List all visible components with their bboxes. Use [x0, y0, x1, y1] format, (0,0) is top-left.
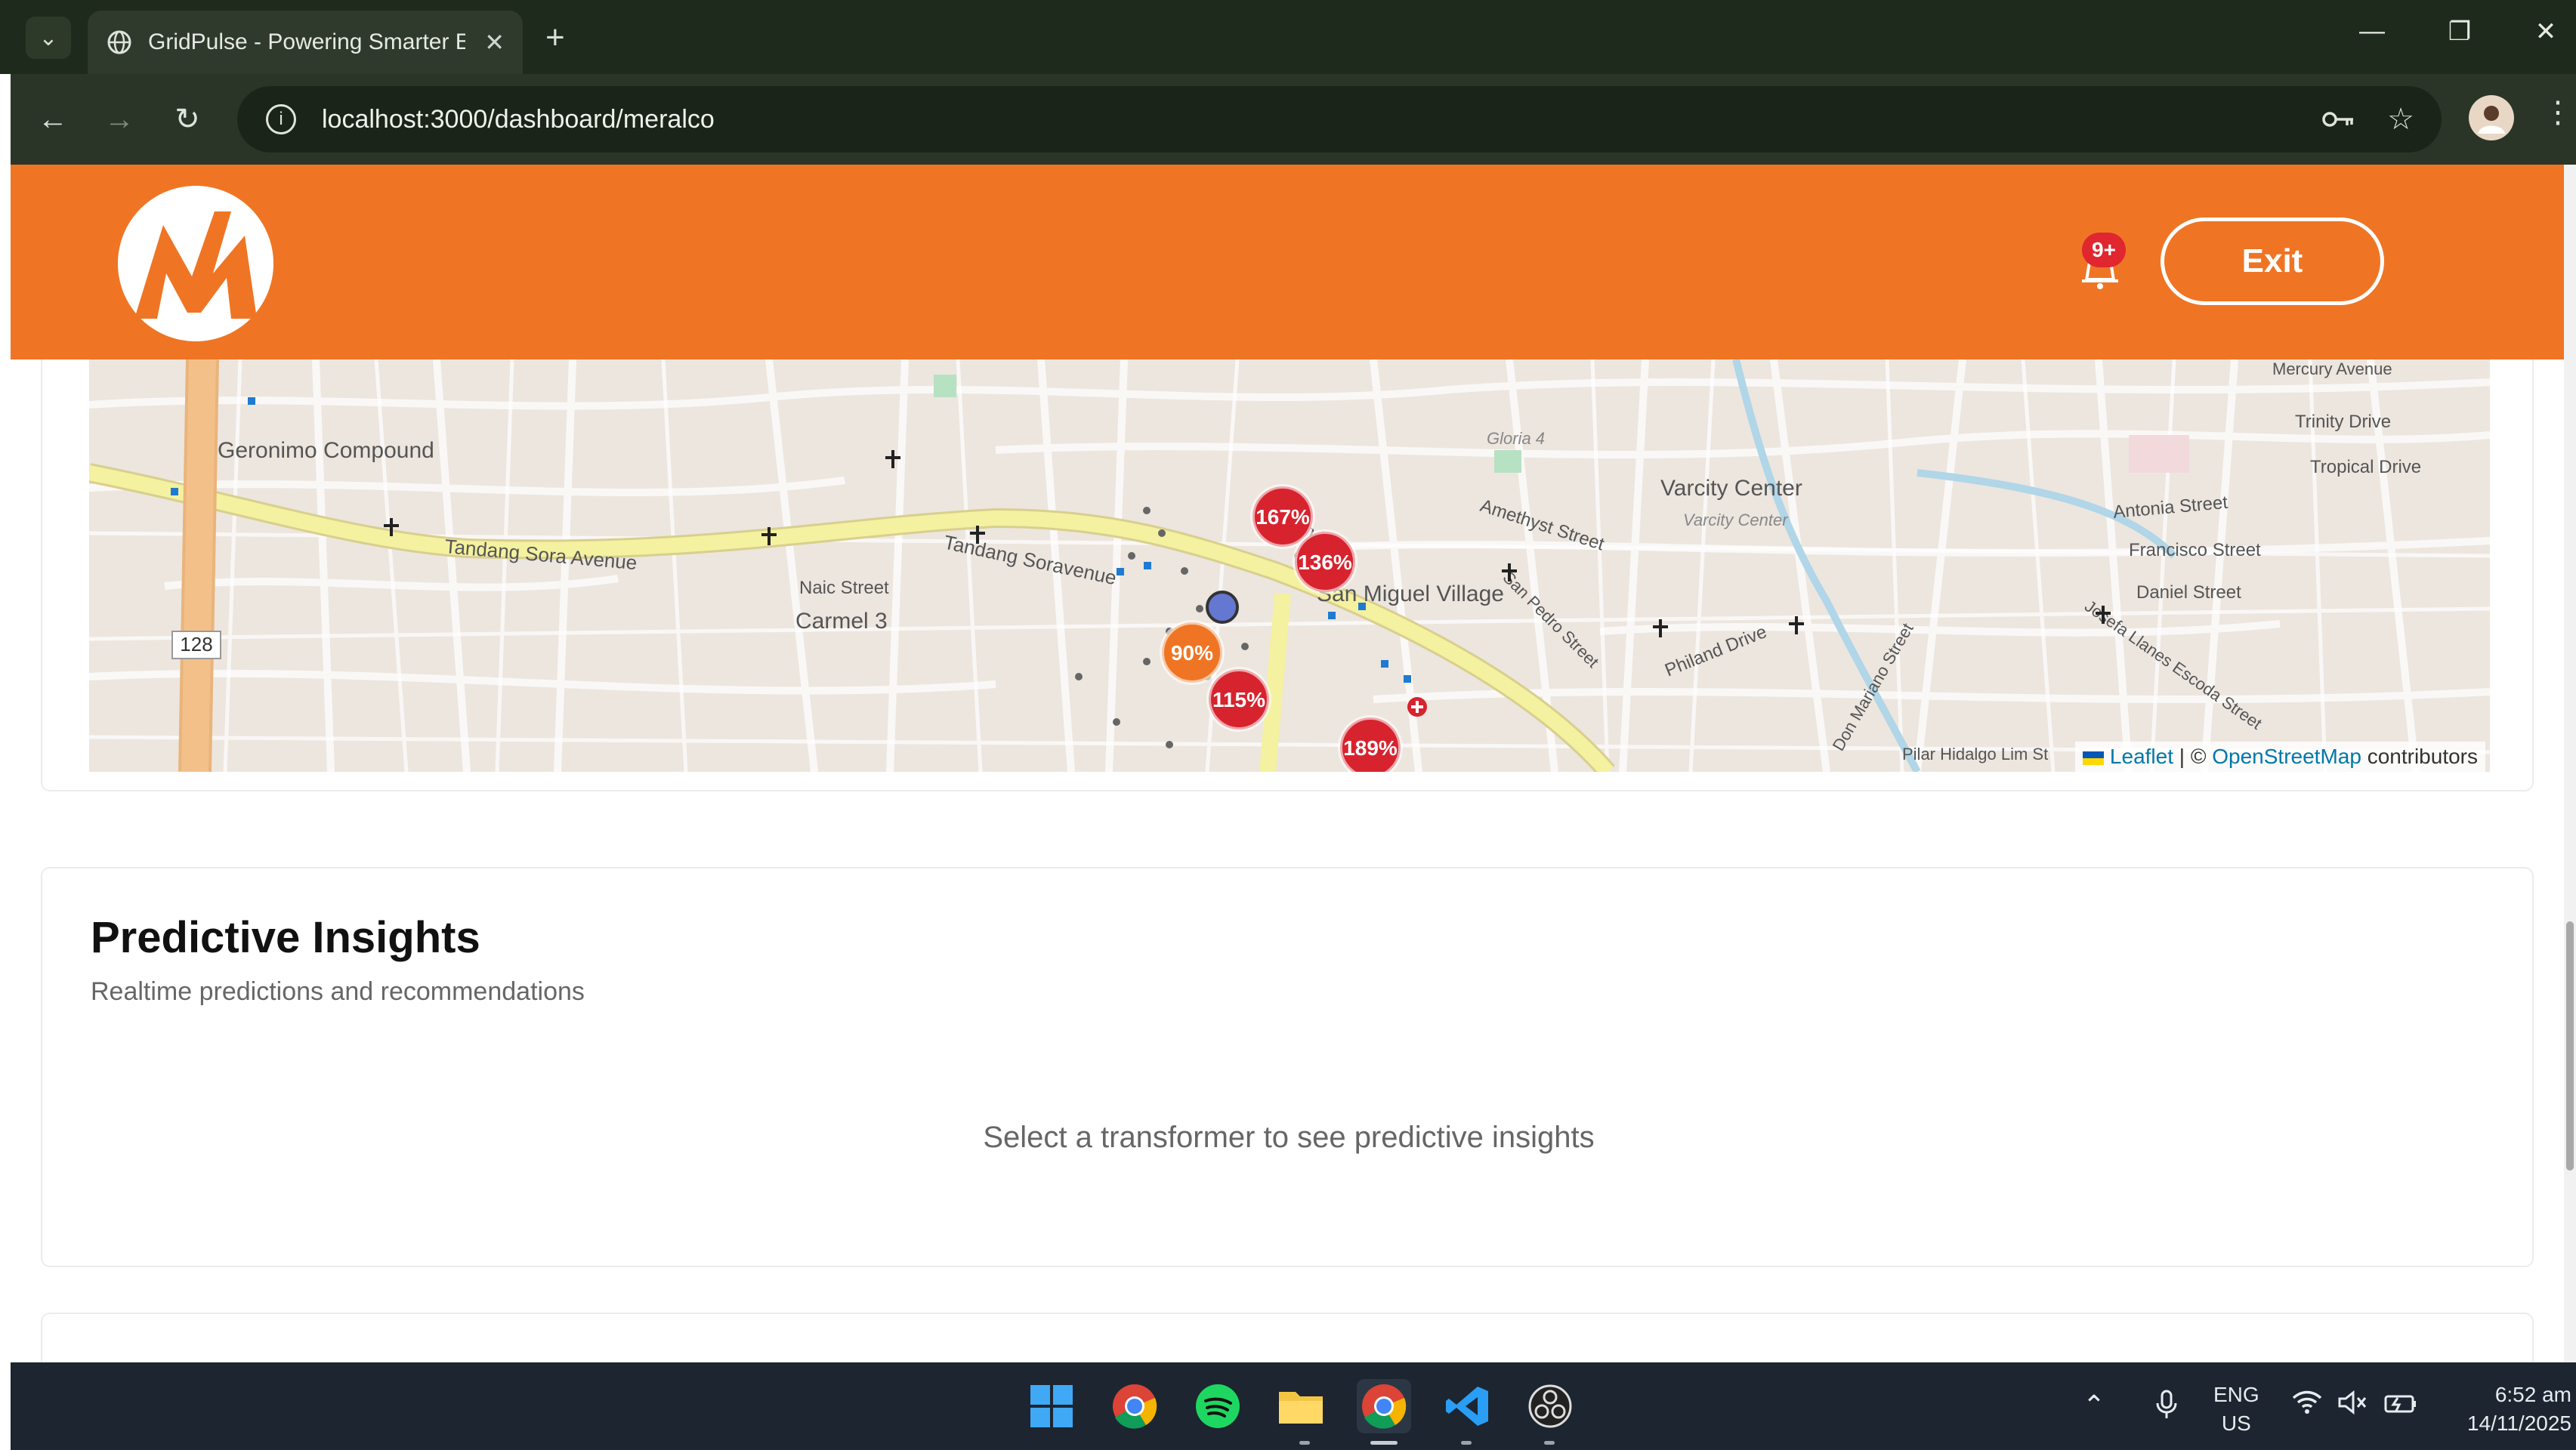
info-icon[interactable]: i — [266, 104, 296, 134]
route-shield: 128 — [180, 633, 212, 656]
transformer-marker[interactable]: 136% — [1293, 529, 1357, 594]
map-label: Varcity Center — [1660, 476, 1802, 501]
scrollbar-thumb[interactable] — [2566, 921, 2574, 1171]
transformer-marker[interactable]: 90% — [1160, 620, 1225, 685]
transformer-marker-label: 189% — [1343, 736, 1398, 760]
transformer-marker-label: 136% — [1298, 551, 1352, 574]
arrow-left-icon: ← — [38, 102, 68, 136]
address-bar[interactable]: i localhost:3000/dashboard/meralco ☆ — [237, 86, 2442, 153]
app-header: 9+ Exit — [11, 165, 2564, 359]
insights-empty-message: Select a transformer to see predictive i… — [983, 1121, 1595, 1154]
page-scrollbar[interactable] — [2564, 165, 2576, 1362]
transformer-marker[interactable]: 189% — [1338, 715, 1403, 772]
ukraine-flag-icon — [2082, 751, 2104, 765]
insights-subtitle: Realtime predictions and recommendations — [91, 977, 585, 1006]
forward-button[interactable]: → — [97, 97, 142, 142]
map-label: Pilar Hidalgo Lim St — [1902, 745, 2048, 764]
map-label: Naic Street — [799, 578, 889, 598]
gridpulse-logo[interactable] — [118, 186, 273, 341]
globe-icon — [106, 29, 133, 56]
chrome-icon[interactable] — [1107, 1379, 1162, 1433]
chevron-down-icon: ⌄ — [39, 25, 58, 51]
tab-title: GridPulse - Powering Smarter E — [148, 29, 465, 54]
obs-icon[interactable] — [1523, 1379, 1577, 1433]
key-icon[interactable] — [2321, 101, 2357, 137]
back-button[interactable]: ← — [30, 97, 76, 142]
restore-button[interactable]: ❐ — [2437, 17, 2482, 47]
tab-close-icon[interactable]: ✕ — [484, 28, 505, 57]
page-viewport: 9+ Exit 128 Geronimo Compound Tandang So… — [11, 165, 2564, 1362]
map-label: Don Mariano Street — [1829, 620, 1917, 754]
transformer-map[interactable]: 128 Geronimo Compound Tandang Sora Avenu… — [89, 359, 2490, 772]
map-label: Trinity Drive — [2295, 412, 2391, 432]
spotify-icon[interactable] — [1191, 1379, 1245, 1433]
notification-badge: 9+ — [2082, 233, 2126, 267]
exit-button[interactable]: Exit — [2161, 218, 2384, 305]
browser-tab-active[interactable]: GridPulse - Powering Smarter E ✕ — [88, 11, 523, 74]
clock[interactable]: 6:52 am 14/11/2025 — [2435, 1381, 2571, 1438]
map-label: Francisco Street — [2129, 540, 2261, 560]
speaker-muted-icon[interactable] — [2334, 1390, 2371, 1422]
map-label: Mercury Avenue — [2272, 359, 2392, 378]
profile-avatar[interactable] — [2469, 95, 2514, 140]
map-label: Tropical Drive — [2310, 457, 2421, 477]
wifi-icon[interactable] — [2289, 1390, 2325, 1421]
map-label: Josefa Llanes Escoda Street — [2081, 597, 2266, 733]
openstreetmap-link[interactable]: OpenStreetMap — [2212, 745, 2361, 768]
reload-icon: ↻ — [175, 103, 200, 136]
chevron-up-icon[interactable]: ⌃ — [2076, 1390, 2112, 1421]
tab-search-button[interactable]: ⌄ — [26, 17, 71, 59]
insights-title: Predictive Insights — [91, 913, 480, 962]
windows-taskbar: ⌃ ENG US 6:52 am 14/11/2025 — [11, 1362, 2576, 1450]
chrome-active-icon[interactable] — [1357, 1379, 1411, 1433]
file-explorer-icon[interactable] — [1274, 1379, 1328, 1433]
map-label: Antonia Street — [2112, 492, 2229, 523]
new-tab-button[interactable]: + — [545, 18, 565, 57]
transformer-marker-label: 115% — [1212, 688, 1265, 711]
microphone-icon[interactable] — [2148, 1390, 2185, 1427]
leaflet-link[interactable]: Leaflet — [2110, 745, 2173, 768]
browser-tab-bar: ⌄ GridPulse - Powering Smarter E ✕ + — ❐… — [0, 0, 2576, 74]
url-text: localhost:3000/dashboard/meralco — [322, 104, 715, 134]
map-label: Gloria 4 — [1487, 429, 1545, 448]
star-icon[interactable]: ☆ — [2383, 101, 2419, 137]
close-window-button[interactable]: ✕ — [2523, 17, 2568, 47]
arrow-right-icon: → — [104, 102, 134, 136]
vscode-icon[interactable] — [1440, 1379, 1494, 1433]
language-indicator[interactable]: ENG US — [2213, 1381, 2259, 1438]
more-menu-icon[interactable]: ⋮ — [2543, 95, 2573, 130]
next-section-card — [41, 1313, 2534, 1362]
map-label: Varcity Center — [1683, 511, 1789, 529]
battery-icon[interactable] — [2383, 1390, 2419, 1421]
map-label: Geronimo Compound — [218, 438, 434, 463]
windows-start-icon[interactable] — [1024, 1379, 1079, 1433]
reload-button[interactable]: ↻ — [165, 97, 210, 142]
transformer-marker-label: 167% — [1256, 505, 1310, 529]
map-attribution: Leaflet | © OpenStreetMap contributors — [2074, 742, 2485, 772]
transformer-marker[interactable]: 115% — [1206, 667, 1271, 732]
map-label: Carmel 3 — [795, 609, 888, 634]
map-label: Daniel Street — [2136, 582, 2241, 603]
predictive-insights-card: Predictive Insights Realtime predictions… — [41, 867, 2534, 1267]
transformer-marker-label: 90% — [1171, 641, 1213, 665]
minimize-button[interactable]: — — [2349, 17, 2395, 46]
browser-toolbar: ← → ↻ i localhost:3000/dashboard/meralco… — [11, 74, 2576, 165]
